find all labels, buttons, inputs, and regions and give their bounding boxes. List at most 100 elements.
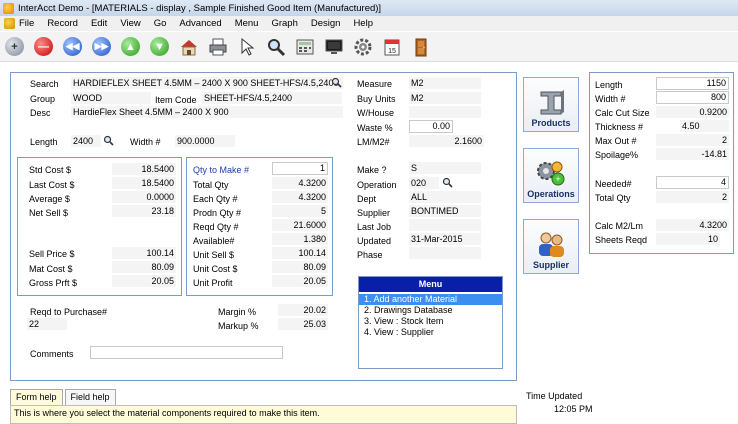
item-code-field[interactable]: SHEET-HFS/4.5,2400	[202, 92, 342, 104]
last-icon[interactable]: ▶▶	[91, 36, 112, 57]
next-icon[interactable]: ▼	[149, 36, 170, 57]
menu-item-add-material[interactable]: 1. Add another Material	[359, 294, 502, 305]
previous-icon[interactable]: ▲	[120, 36, 141, 57]
reqd-qty-field[interactable]: 21.6000	[272, 219, 328, 231]
group-field[interactable]: WOOD	[71, 92, 151, 104]
lm-m2-field[interactable]: 2.1600	[409, 135, 484, 147]
mat-cost-field[interactable]: 80.09	[112, 261, 176, 273]
menu-help[interactable]: Help	[353, 18, 373, 29]
each-qty-field[interactable]: 4.3200	[272, 191, 328, 203]
make-label: Make ?	[357, 165, 387, 175]
needed-field[interactable]: 4	[656, 176, 729, 189]
total-qty-field[interactable]: 4.3200	[272, 177, 328, 189]
desc-field[interactable]: HardieFlex Sheet 4.5MM – 2400 X 900	[71, 106, 343, 118]
menu-item-view-stock-item[interactable]: 3. View : Stock Item	[359, 316, 502, 327]
first-icon[interactable]: ◀◀	[62, 36, 83, 57]
sell-price-label: Sell Price $	[29, 249, 75, 259]
search-icon[interactable]	[331, 77, 342, 90]
search-label: Search	[30, 79, 59, 89]
svg-text:+: +	[555, 174, 560, 184]
calc-cut-size-label: Calc Cut Size	[595, 108, 650, 118]
settings-icon[interactable]	[352, 36, 373, 57]
operation-field[interactable]: 020	[409, 177, 439, 189]
search-field[interactable]: HARDIEFLEX SHEET 4.5MM – 2400 X 900 SHEE…	[71, 77, 343, 89]
calculator-icon[interactable]	[294, 36, 315, 57]
operations-button[interactable]: + Operations	[523, 148, 579, 203]
buy-units-field[interactable]: M2	[409, 92, 481, 104]
comments-input[interactable]	[90, 346, 283, 359]
menu-edit[interactable]: Edit	[91, 18, 107, 29]
menu-go[interactable]: Go	[154, 18, 167, 29]
pointer-icon[interactable]	[236, 36, 257, 57]
w-house-field[interactable]	[409, 106, 481, 118]
spoilage-field[interactable]: -14.81	[656, 148, 729, 160]
unit-profit-label: Unit Profit	[193, 278, 233, 288]
calc-m2-lm-field[interactable]: 4.3200	[656, 219, 729, 231]
right-width-field[interactable]: 800	[656, 91, 729, 104]
menu-file[interactable]: File	[4, 18, 34, 29]
calc-cut-size-field[interactable]: 0.9200	[656, 106, 729, 118]
last-job-field[interactable]	[409, 219, 481, 231]
measure-field[interactable]: M2	[409, 77, 481, 89]
lm-m2-label: LM/M2#	[357, 137, 390, 147]
delete-icon[interactable]: —	[33, 36, 54, 57]
menu-advanced[interactable]: Advanced	[179, 18, 221, 29]
make-field[interactable]: S	[409, 162, 481, 174]
tab-form-help[interactable]: Form help	[10, 389, 63, 405]
exit-door-icon[interactable]	[410, 36, 431, 57]
products-button[interactable]: Products	[523, 77, 579, 132]
sell-price-field[interactable]: 100.14	[112, 247, 176, 259]
unit-cost-field[interactable]: 80.09	[272, 261, 328, 273]
menu-graph[interactable]: Graph	[271, 18, 297, 29]
last-cost-field[interactable]: 18.5400	[112, 177, 176, 189]
menu-item-drawings-database[interactable]: 2. Drawings Database	[359, 305, 502, 316]
toolbar: + — ◀◀ ▶▶ ▲ ▼ 15	[0, 32, 738, 62]
updated-field[interactable]: 31-Mar-2015	[409, 233, 481, 245]
home-icon[interactable]	[178, 36, 199, 57]
right-total-qty-field[interactable]: 2	[656, 191, 729, 203]
gross-prft-field[interactable]: 20.05	[112, 275, 176, 287]
prodn-qty-field[interactable]: 5	[272, 205, 328, 217]
phase-field[interactable]	[409, 247, 481, 259]
thickness-field[interactable]: 4.50	[680, 120, 729, 132]
tab-field-help[interactable]: Field help	[64, 389, 116, 405]
operation-lookup-icon[interactable]	[442, 177, 453, 190]
dept-field[interactable]: ALL	[409, 191, 481, 203]
menu-bar: File Record Edit View Go Advanced Menu G…	[0, 16, 738, 31]
net-sell-field[interactable]: 23.18	[112, 205, 176, 217]
length-lookup-icon[interactable]	[103, 135, 114, 148]
markup-label: Markup %	[218, 321, 259, 331]
find-icon[interactable]	[265, 36, 286, 57]
margin-field[interactable]: 20.02	[278, 304, 328, 316]
std-cost-field[interactable]: 18.5400	[112, 163, 176, 175]
menu-menu[interactable]: Menu	[235, 18, 259, 29]
print-icon[interactable]	[207, 36, 228, 57]
supplier-button[interactable]: Supplier	[523, 219, 579, 274]
length-label: Length	[30, 137, 58, 147]
max-out-field[interactable]: 2	[656, 134, 729, 146]
app-menu-icon[interactable]	[4, 18, 15, 29]
average-field[interactable]: 0.0000	[112, 191, 176, 203]
unit-profit-field[interactable]: 20.05	[272, 275, 328, 287]
length-field[interactable]: 2400	[71, 135, 101, 147]
calendar-icon[interactable]: 15	[381, 36, 402, 57]
width-field[interactable]: 900.0000	[175, 135, 235, 147]
reqd-purchase-field[interactable]: 22	[27, 318, 67, 330]
desc-label: Desc	[30, 108, 51, 118]
unit-sell-field[interactable]: 100.14	[272, 247, 328, 259]
available-field[interactable]: 1.380	[272, 233, 328, 245]
right-length-field[interactable]: 1150	[656, 77, 729, 90]
monitor-icon[interactable]	[323, 36, 344, 57]
qty-to-make-label: Qty to Make #	[193, 165, 250, 175]
qty-to-make-field[interactable]: 1	[272, 162, 328, 175]
waste-field[interactable]: 0.00	[409, 120, 453, 133]
menu-item-view-supplier[interactable]: 4. View : Supplier	[359, 327, 502, 338]
supplier-field[interactable]: BONTIMED	[409, 205, 481, 217]
menu-design[interactable]: Design	[311, 18, 341, 29]
add-icon[interactable]: +	[4, 36, 25, 57]
sheets-reqd-field[interactable]: 10	[656, 233, 720, 245]
markup-field[interactable]: 25.03	[278, 318, 328, 330]
updated-label: Updated	[357, 236, 392, 246]
menu-record[interactable]: Record	[47, 18, 78, 29]
menu-view[interactable]: View	[120, 18, 140, 29]
